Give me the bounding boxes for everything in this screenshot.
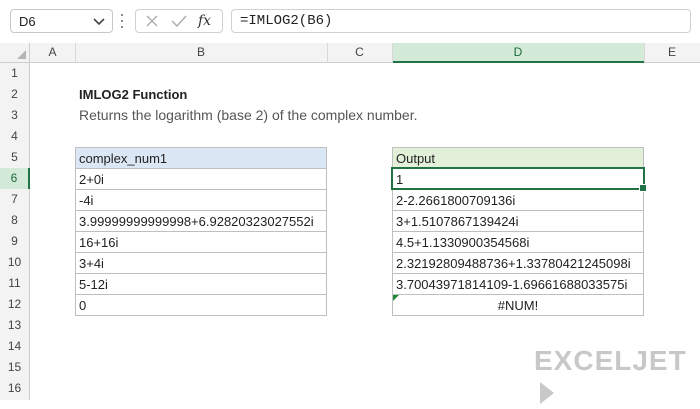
sheet-title: IMLOG2 Function — [79, 87, 188, 102]
fill-handle[interactable] — [639, 184, 647, 192]
row-header-2[interactable]: 2 — [0, 84, 30, 105]
formula-input[interactable]: =IMLOG2(B6) — [231, 9, 691, 33]
input-cell[interactable]: -4i — [75, 189, 327, 211]
row-header-15[interactable]: 15 — [0, 357, 30, 378]
input-table: complex_num1 2+0i -4i 3.99999999999998+6… — [75, 147, 327, 316]
output-cell[interactable]: 2-2.2661800709136i — [392, 189, 644, 211]
row-header-5[interactable]: 5 — [0, 147, 30, 168]
formula-bar: D6 fx =IMLOG2(B6) — [0, 0, 700, 43]
output-error-cell[interactable]: #NUM! — [392, 294, 644, 316]
output-cell[interactable]: 4.5+1.1330900354568i — [392, 231, 644, 253]
formula-buttons: fx — [135, 9, 223, 33]
column-header-e[interactable]: E — [644, 43, 700, 63]
input-cell[interactable]: 3+4i — [75, 252, 327, 274]
row-header-1[interactable]: 1 — [0, 63, 30, 84]
exceljet-logo: EXCELJET — [534, 345, 700, 409]
chevron-down-icon[interactable] — [92, 13, 106, 34]
sheet-subtitle: Returns the logarithm (base 2) of the co… — [79, 107, 418, 123]
row-header-8[interactable]: 8 — [0, 210, 30, 231]
input-cell[interactable]: 16+16i — [75, 231, 327, 253]
row-header-13[interactable]: 13 — [0, 315, 30, 336]
row-header-10[interactable]: 10 — [0, 252, 30, 273]
enter-icon[interactable] — [170, 13, 188, 34]
output-header-cell[interactable]: Output — [392, 147, 644, 169]
row-header-6[interactable]: 6 — [0, 168, 30, 189]
logo-arrow-icon — [540, 382, 554, 404]
row-header-7[interactable]: 7 — [0, 189, 30, 210]
row-header-12[interactable]: 12 — [0, 294, 30, 315]
row-header-11[interactable]: 11 — [0, 273, 30, 294]
output-cell[interactable]: 2.32192809488736+1.33780421245098i — [392, 252, 644, 274]
column-header-d[interactable]: D — [392, 43, 644, 63]
error-indicator-icon[interactable] — [393, 295, 399, 301]
select-all-corner[interactable] — [0, 43, 30, 63]
selected-cell-outline[interactable] — [391, 167, 647, 192]
formula-text: =IMLOG2(B6) — [240, 13, 333, 29]
column-header-a[interactable]: A — [30, 43, 75, 63]
row-header-3[interactable]: 3 — [0, 105, 30, 126]
logo-text: EXCELJET — [534, 345, 687, 376]
input-cell[interactable]: 3.99999999999998+6.92820323027552i — [75, 210, 327, 232]
column-header-c[interactable]: C — [327, 43, 392, 63]
input-cell[interactable]: 2+0i — [75, 168, 327, 190]
input-cell[interactable]: 5-12i — [75, 273, 327, 295]
name-box[interactable]: D6 — [10, 9, 113, 33]
output-cell[interactable]: 3.70043971814109-1.69661688033575i — [392, 273, 644, 295]
column-header-b[interactable]: B — [75, 43, 327, 63]
row-header-4[interactable]: 4 — [0, 126, 30, 147]
row-header-9[interactable]: 9 — [0, 231, 30, 252]
output-cell[interactable]: 3+1.5107867139424i — [392, 210, 644, 232]
cancel-icon[interactable] — [144, 13, 160, 34]
row-header-16[interactable]: 16 — [0, 378, 30, 400]
more-options-icon[interactable] — [120, 14, 124, 30]
input-cell[interactable]: 0 — [75, 294, 327, 316]
insert-function-icon[interactable]: fx — [198, 13, 211, 29]
input-header-cell[interactable]: complex_num1 — [75, 147, 327, 169]
row-header-14[interactable]: 14 — [0, 336, 30, 357]
name-box-value: D6 — [19, 14, 36, 29]
